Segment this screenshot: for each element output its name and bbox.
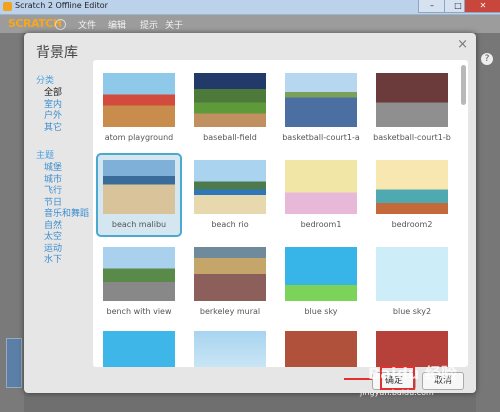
menu-about[interactable]: 关于 [165,18,183,31]
backdrop-label: blue sky [304,307,338,316]
sprite-thumbnail [6,338,22,388]
category-other[interactable]: 其它 [36,123,92,135]
theme-underwater[interactable]: 水下 [36,255,92,267]
theme-heading: 主题 [36,151,55,161]
editor-left-background [0,33,24,412]
menu-edit[interactable]: 编辑 [108,18,126,31]
backdrop-thumbnail [103,247,175,301]
backdrop-tile[interactable]: basketball-court1-a [280,68,362,148]
theme-nature[interactable]: 自然 [36,221,92,233]
backdrop-thumbnail [376,160,448,214]
baidu-watermark-logo: Baidu 经验 [368,364,457,383]
backdrop-tile[interactable]: bedroom2 [371,155,453,235]
backdrop-tile[interactable]: berkeley mural [189,242,271,322]
grid-scrollbar[interactable] [461,63,466,363]
menu-file[interactable]: 文件 [78,18,96,31]
backdrop-thumbnail [103,160,175,214]
theme-castle[interactable]: 城堡 [36,163,92,175]
backdrop-label: bedroom1 [300,220,342,229]
dialog-title: 背景库 [36,45,78,61]
theme-flying[interactable]: 飞行 [36,186,92,198]
menu-tips[interactable]: 提示 [140,18,158,31]
backdrop-tile-selected[interactable]: beach malibu [96,153,182,237]
backdrop-thumbnail [285,331,357,367]
backdrop-grid: atom playground baseball-field basketbal… [93,60,468,367]
backdrop-tile[interactable] [98,326,180,367]
close-dialog-icon[interactable]: × [457,37,468,52]
backdrop-thumbnail [194,160,266,214]
backdrop-label: beach rio [211,220,249,229]
editor-right-background: ? [476,33,500,412]
backdrop-tile[interactable]: baseball-field [189,68,271,148]
backdrop-tile[interactable]: bedroom1 [280,155,362,235]
theme-holiday[interactable]: 节日 [36,198,92,210]
backdrop-tile[interactable]: bench with view [98,242,180,322]
backdrop-label: beach malibu [111,220,167,229]
category-heading: 分类 [36,76,55,86]
minimize-button[interactable]: – [418,0,446,13]
close-window-button[interactable]: ✕ [464,0,500,13]
backdrop-label: baseball-field [203,133,257,142]
theme-music-dance[interactable]: 音乐和舞蹈 [36,209,92,221]
backdrop-thumbnail [103,331,175,367]
backdrop-thumbnail [194,247,266,301]
scrollbar-thumb[interactable] [461,65,466,105]
backdrop-thumbnail [103,73,175,127]
scratch-logo[interactable]: SCRATCH [8,17,62,30]
category-indoors[interactable]: 室内 [36,100,92,112]
backdrop-label: blue sky2 [392,307,432,316]
window-title: Scratch 2 Offline Editor [15,1,108,10]
theme-city[interactable]: 城市 [36,175,92,187]
backdrop-tile[interactable]: blue sky [280,242,362,322]
backdrop-library-dialog: 背景库 × 分类 全部 室内 户外 其它 主题 城堡 城市 飞行 节日 音乐和舞… [24,33,476,393]
backdrop-tile[interactable]: basketball-court1-b [371,68,453,148]
backdrop-label: bedroom2 [391,220,433,229]
theme-space[interactable]: 太空 [36,232,92,244]
backdrop-label: basketball-court1-a [282,133,360,142]
backdrop-thumbnail [376,73,448,127]
scratch-app-icon [3,2,12,11]
backdrop-label: bench with view [106,307,172,316]
backdrop-thumbnail [194,331,266,367]
backdrop-thumbnail [285,73,357,127]
scratch-menu-bar: SCRATCH 文件 编辑 提示 关于 [0,15,500,33]
backdrop-label: atom playground [104,133,174,142]
backdrop-thumbnail [376,247,448,301]
backdrop-tile[interactable] [189,326,271,367]
backdrop-tile[interactable]: beach rio [189,155,271,235]
globe-icon[interactable] [55,19,66,30]
backdrop-thumbnail [194,73,266,127]
window-title-bar: Scratch 2 Offline Editor – □ ✕ [0,0,500,15]
backdrop-tile[interactable]: blue sky2 [371,242,453,322]
backdrop-label: berkeley mural [199,307,261,316]
help-icon[interactable]: ? [481,53,493,65]
backdrop-thumbnail [285,247,357,301]
backdrop-tile[interactable] [280,326,362,367]
backdrop-tile[interactable]: atom playground [98,68,180,148]
backdrop-thumbnail [285,160,357,214]
category-all[interactable]: 全部 [36,88,92,100]
watermark-url: jingyan.baidu.com [360,388,434,397]
backdrop-label: basketball-court1-b [373,133,451,142]
theme-sports[interactable]: 运动 [36,244,92,256]
category-outdoors[interactable]: 户外 [36,111,92,123]
category-filter-panel: 分类 全部 室内 户外 其它 主题 城堡 城市 飞行 节日 音乐和舞蹈 自然 太… [36,73,92,267]
